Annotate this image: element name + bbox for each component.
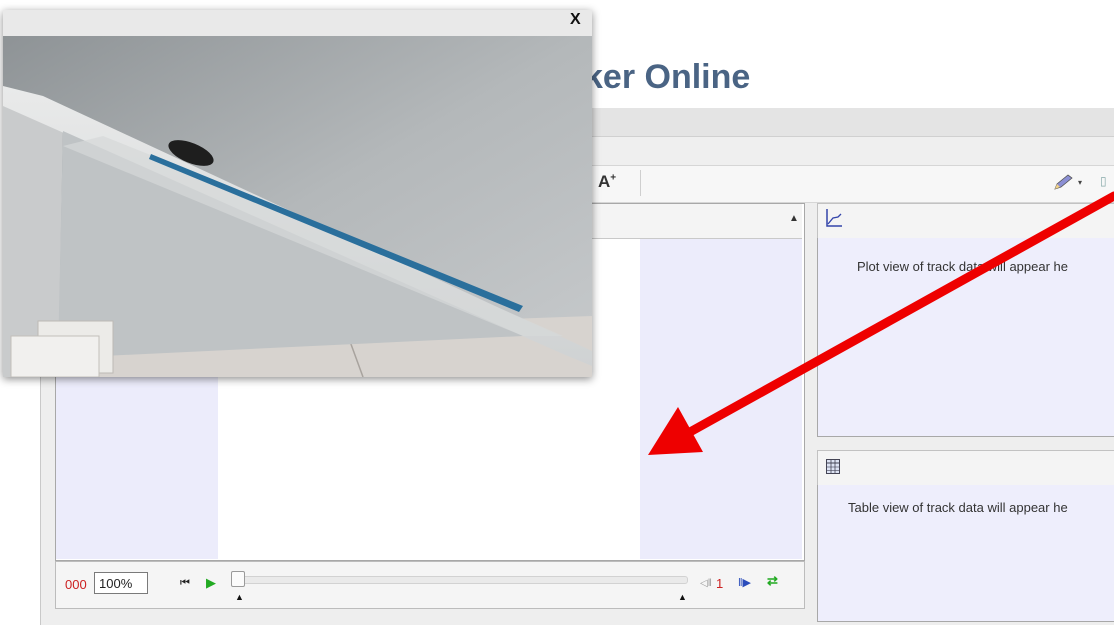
chevron-down-icon[interactable]: ▾ <box>1078 178 1082 187</box>
plot-placeholder-text: Plot view of track data will appear he <box>857 259 1068 274</box>
calibration-icon[interactable]: ▯ <box>1100 174 1107 188</box>
close-button[interactable]: X <box>570 11 581 29</box>
zoom-field[interactable] <box>94 572 148 594</box>
toolbar-separator <box>640 170 641 196</box>
step-back-icon[interactable]: ◁‖ <box>700 578 712 589</box>
table-panel-header <box>817 450 1114 486</box>
frame-slider-thumb[interactable] <box>231 571 245 587</box>
start-frame-marker-icon[interactable]: ▲ <box>235 592 244 602</box>
collapse-toolbar-icon[interactable]: ▲ <box>789 213 799 224</box>
end-frame-marker-icon[interactable]: ▲ <box>678 592 687 602</box>
page-title: ker Online <box>584 58 751 96</box>
frame-slider[interactable] <box>232 576 688 584</box>
step-forward-icon[interactable]: ‖▶ <box>738 576 751 589</box>
popup-titlebar <box>3 10 592 36</box>
player-control-bar <box>55 561 805 609</box>
table-placeholder-text: Table view of track data will appear he <box>848 500 1068 515</box>
ramp-photo <box>3 36 592 377</box>
pencil-icon[interactable] <box>1052 174 1074 190</box>
loop-icon[interactable]: ⇄ <box>767 573 778 589</box>
rewind-icon[interactable]: ⏮ <box>180 577 190 590</box>
plot-panel-header <box>817 203 1114 239</box>
step-size[interactable]: 1 <box>716 576 723 591</box>
frame-counter: 000 <box>65 577 87 592</box>
font-size-increase-icon[interactable]: A+ <box>598 172 616 192</box>
play-icon[interactable]: ▶ <box>206 575 216 591</box>
plot-icon[interactable] <box>824 207 844 229</box>
video-right-margin <box>640 239 802 559</box>
table-icon[interactable] <box>826 459 840 474</box>
